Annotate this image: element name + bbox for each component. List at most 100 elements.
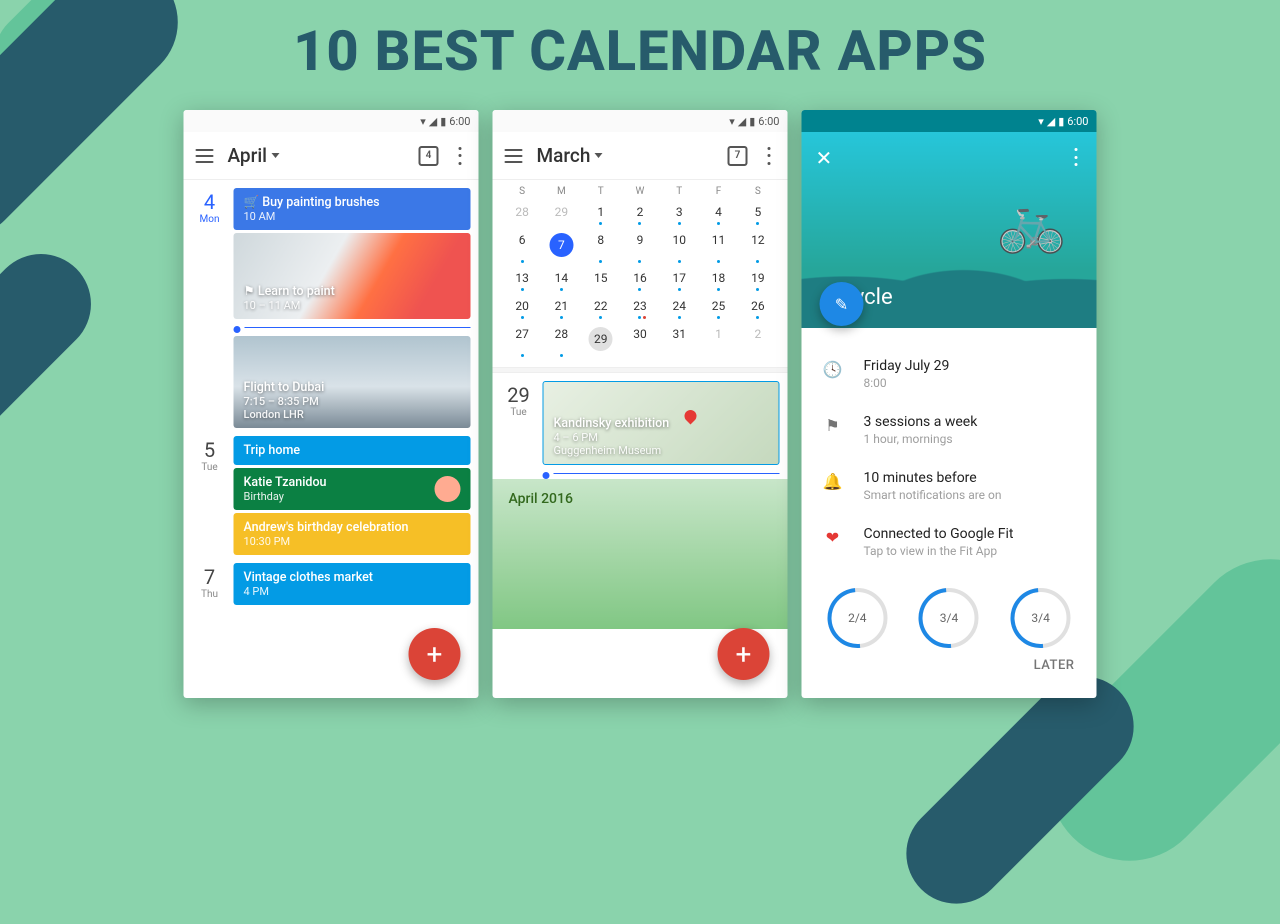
calendar-day[interactable]: 28 — [503, 199, 542, 227]
event-time: 10 AM — [244, 210, 461, 223]
calendar-day[interactable]: 14 — [542, 265, 581, 293]
next-month-label: April 2016 — [493, 479, 788, 519]
now-indicator-icon — [234, 326, 241, 333]
wifi-icon: ▾ — [420, 115, 426, 128]
today-icon[interactable]: 7 — [728, 146, 748, 166]
event-card[interactable]: Flight to Dubai 7:15 – 8:35 PM London LH… — [234, 336, 471, 428]
calendar-day[interactable]: 4 — [699, 199, 738, 227]
event-title: Flight to Dubai — [244, 380, 461, 395]
heart-icon: ❤ — [822, 526, 844, 547]
progress-ring: 3/4 — [1011, 588, 1071, 648]
month-picker[interactable]: March — [537, 144, 603, 167]
calendar-day[interactable]: 16 — [620, 265, 659, 293]
calendar-day[interactable]: 26 — [738, 293, 777, 321]
signal-icon: ◢ — [738, 115, 746, 128]
calendar-day[interactable]: 29 — [581, 321, 620, 359]
calendar-day[interactable]: 17 — [660, 265, 699, 293]
event-card[interactable]: Andrew's birthday celebration 10:30 PM — [234, 513, 471, 555]
event-location: Guggenheim Museum — [554, 444, 769, 457]
calendar-day[interactable]: 2 — [738, 321, 777, 359]
calendar-day[interactable]: 6 — [503, 227, 542, 265]
calendar-day[interactable]: 1 — [581, 199, 620, 227]
calendar-day[interactable]: 18 — [699, 265, 738, 293]
calendar-day[interactable]: 12 — [738, 227, 777, 265]
calendar-day[interactable]: 19 — [738, 265, 777, 293]
calendar-day[interactable]: 25 — [699, 293, 738, 321]
calendar-day[interactable]: 3 — [660, 199, 699, 227]
event-card[interactable]: ⚑ Learn to paint 10 – 11 AM — [234, 233, 471, 319]
menu-icon[interactable] — [505, 149, 523, 163]
calendar-day[interactable]: 24 — [660, 293, 699, 321]
event-subtitle: Birthday — [244, 490, 327, 503]
calendar-day[interactable]: 9 — [620, 227, 659, 265]
event-title: Trip home — [244, 443, 461, 458]
phone-goal-detail: ▾◢▮ 6:00 ✕ 🚲 Cycle ✎ 🕓 Friday July 298:0… — [802, 110, 1097, 698]
add-event-fab[interactable]: + — [409, 628, 461, 680]
app-bar: April 4 — [184, 132, 479, 180]
detail-row[interactable]: 🕓 Friday July 298:00 — [818, 346, 1081, 402]
day-name: Mon — [192, 214, 228, 225]
event-card[interactable]: 🛒 Buy painting brushes 10 AM — [234, 188, 471, 230]
calendar-day[interactable]: 10 — [660, 227, 699, 265]
more-icon[interactable] — [453, 147, 467, 165]
detail-row[interactable]: ⚑ 3 sessions a week1 hour, mornings — [818, 402, 1081, 458]
event-card[interactable]: Vintage clothes market 4 PM — [234, 563, 471, 605]
clock-text: 6:00 — [449, 115, 470, 128]
calendar-day[interactable]: 30 — [620, 321, 659, 359]
event-time: 4 PM — [244, 585, 461, 598]
flag-icon: ⚑ — [822, 414, 844, 435]
battery-icon: ▮ — [749, 115, 755, 128]
event-title: Katie Tzanidou — [244, 475, 327, 490]
calendar-day[interactable]: 1 — [699, 321, 738, 359]
calendar-day[interactable]: 11 — [699, 227, 738, 265]
detail-row[interactable]: 🔔 10 minutes beforeSmart notifications a… — [818, 458, 1081, 514]
next-month-banner: April 2016 — [493, 479, 788, 629]
page-title: 10 BEST CALENDAR APPS — [0, 18, 1280, 84]
status-bar: ▾ ◢ ▮ 6:00 — [184, 110, 479, 132]
calendar-day[interactable]: 5 — [738, 199, 777, 227]
day-section: 4Mon 🛒 Buy painting brushes 10 AM ⚑ Lear… — [184, 180, 479, 428]
calendar-day[interactable]: 20 — [503, 293, 542, 321]
calendar-day[interactable]: 15 — [581, 265, 620, 293]
detail-row[interactable]: ❤ Connected to Google FitTap to view in … — [818, 514, 1081, 570]
battery-icon: ▮ — [1058, 115, 1064, 128]
now-indicator-icon — [543, 472, 550, 479]
calendar-day[interactable]: 22 — [581, 293, 620, 321]
add-event-fab[interactable]: + — [718, 628, 770, 680]
calendar-day[interactable]: 28 — [542, 321, 581, 359]
month-picker[interactable]: April — [228, 144, 280, 167]
progress-rings: 2/4 3/4 3/4 — [802, 576, 1097, 648]
event-card[interactable]: Kandinsky exhibition 4 – 6 PM Guggenheim… — [543, 381, 780, 465]
calendar-day[interactable]: 21 — [542, 293, 581, 321]
detail-sub: Tap to view in the Fit App — [864, 544, 1014, 558]
day-number: 7 — [192, 565, 228, 589]
event-time: 4 – 6 PM — [554, 431, 769, 444]
day-section: 5Tue Trip home Katie Tzanidou Birthday A… — [184, 428, 479, 555]
more-icon[interactable] — [1069, 148, 1083, 166]
calendar-day[interactable]: 2 — [620, 199, 659, 227]
event-card[interactable]: Katie Tzanidou Birthday — [234, 468, 471, 510]
calendar-day[interactable]: 23 — [620, 293, 659, 321]
calendar-day[interactable]: 8 — [581, 227, 620, 265]
calendar-day[interactable]: 31 — [660, 321, 699, 359]
month-grid[interactable]: 2829123456789101112131415161718192021222… — [493, 199, 788, 367]
calendar-day[interactable]: 27 — [503, 321, 542, 359]
close-icon[interactable]: ✕ — [816, 146, 833, 170]
edit-fab[interactable]: ✎ — [820, 282, 864, 326]
event-card[interactable]: Trip home — [234, 436, 471, 465]
menu-icon[interactable] — [196, 149, 214, 163]
wifi-icon: ▾ — [1038, 115, 1044, 128]
event-title: Vintage clothes market — [244, 570, 461, 585]
progress-ring: 3/4 — [919, 588, 979, 648]
signal-icon: ◢ — [1047, 115, 1055, 128]
more-icon[interactable] — [762, 147, 776, 165]
detail-main: 10 minutes before — [864, 470, 1002, 486]
today-icon[interactable]: 4 — [419, 146, 439, 166]
agenda-section: 29Tue Kandinsky exhibition 4 – 6 PM Gugg… — [493, 373, 788, 479]
calendar-day[interactable]: 13 — [503, 265, 542, 293]
later-button[interactable]: LATER — [802, 648, 1097, 683]
calendar-day[interactable]: 7 — [542, 227, 581, 265]
calendar-day[interactable]: 29 — [542, 199, 581, 227]
clock-text: 6:00 — [758, 115, 779, 128]
weekday-header: SMTWTFS — [493, 180, 788, 199]
